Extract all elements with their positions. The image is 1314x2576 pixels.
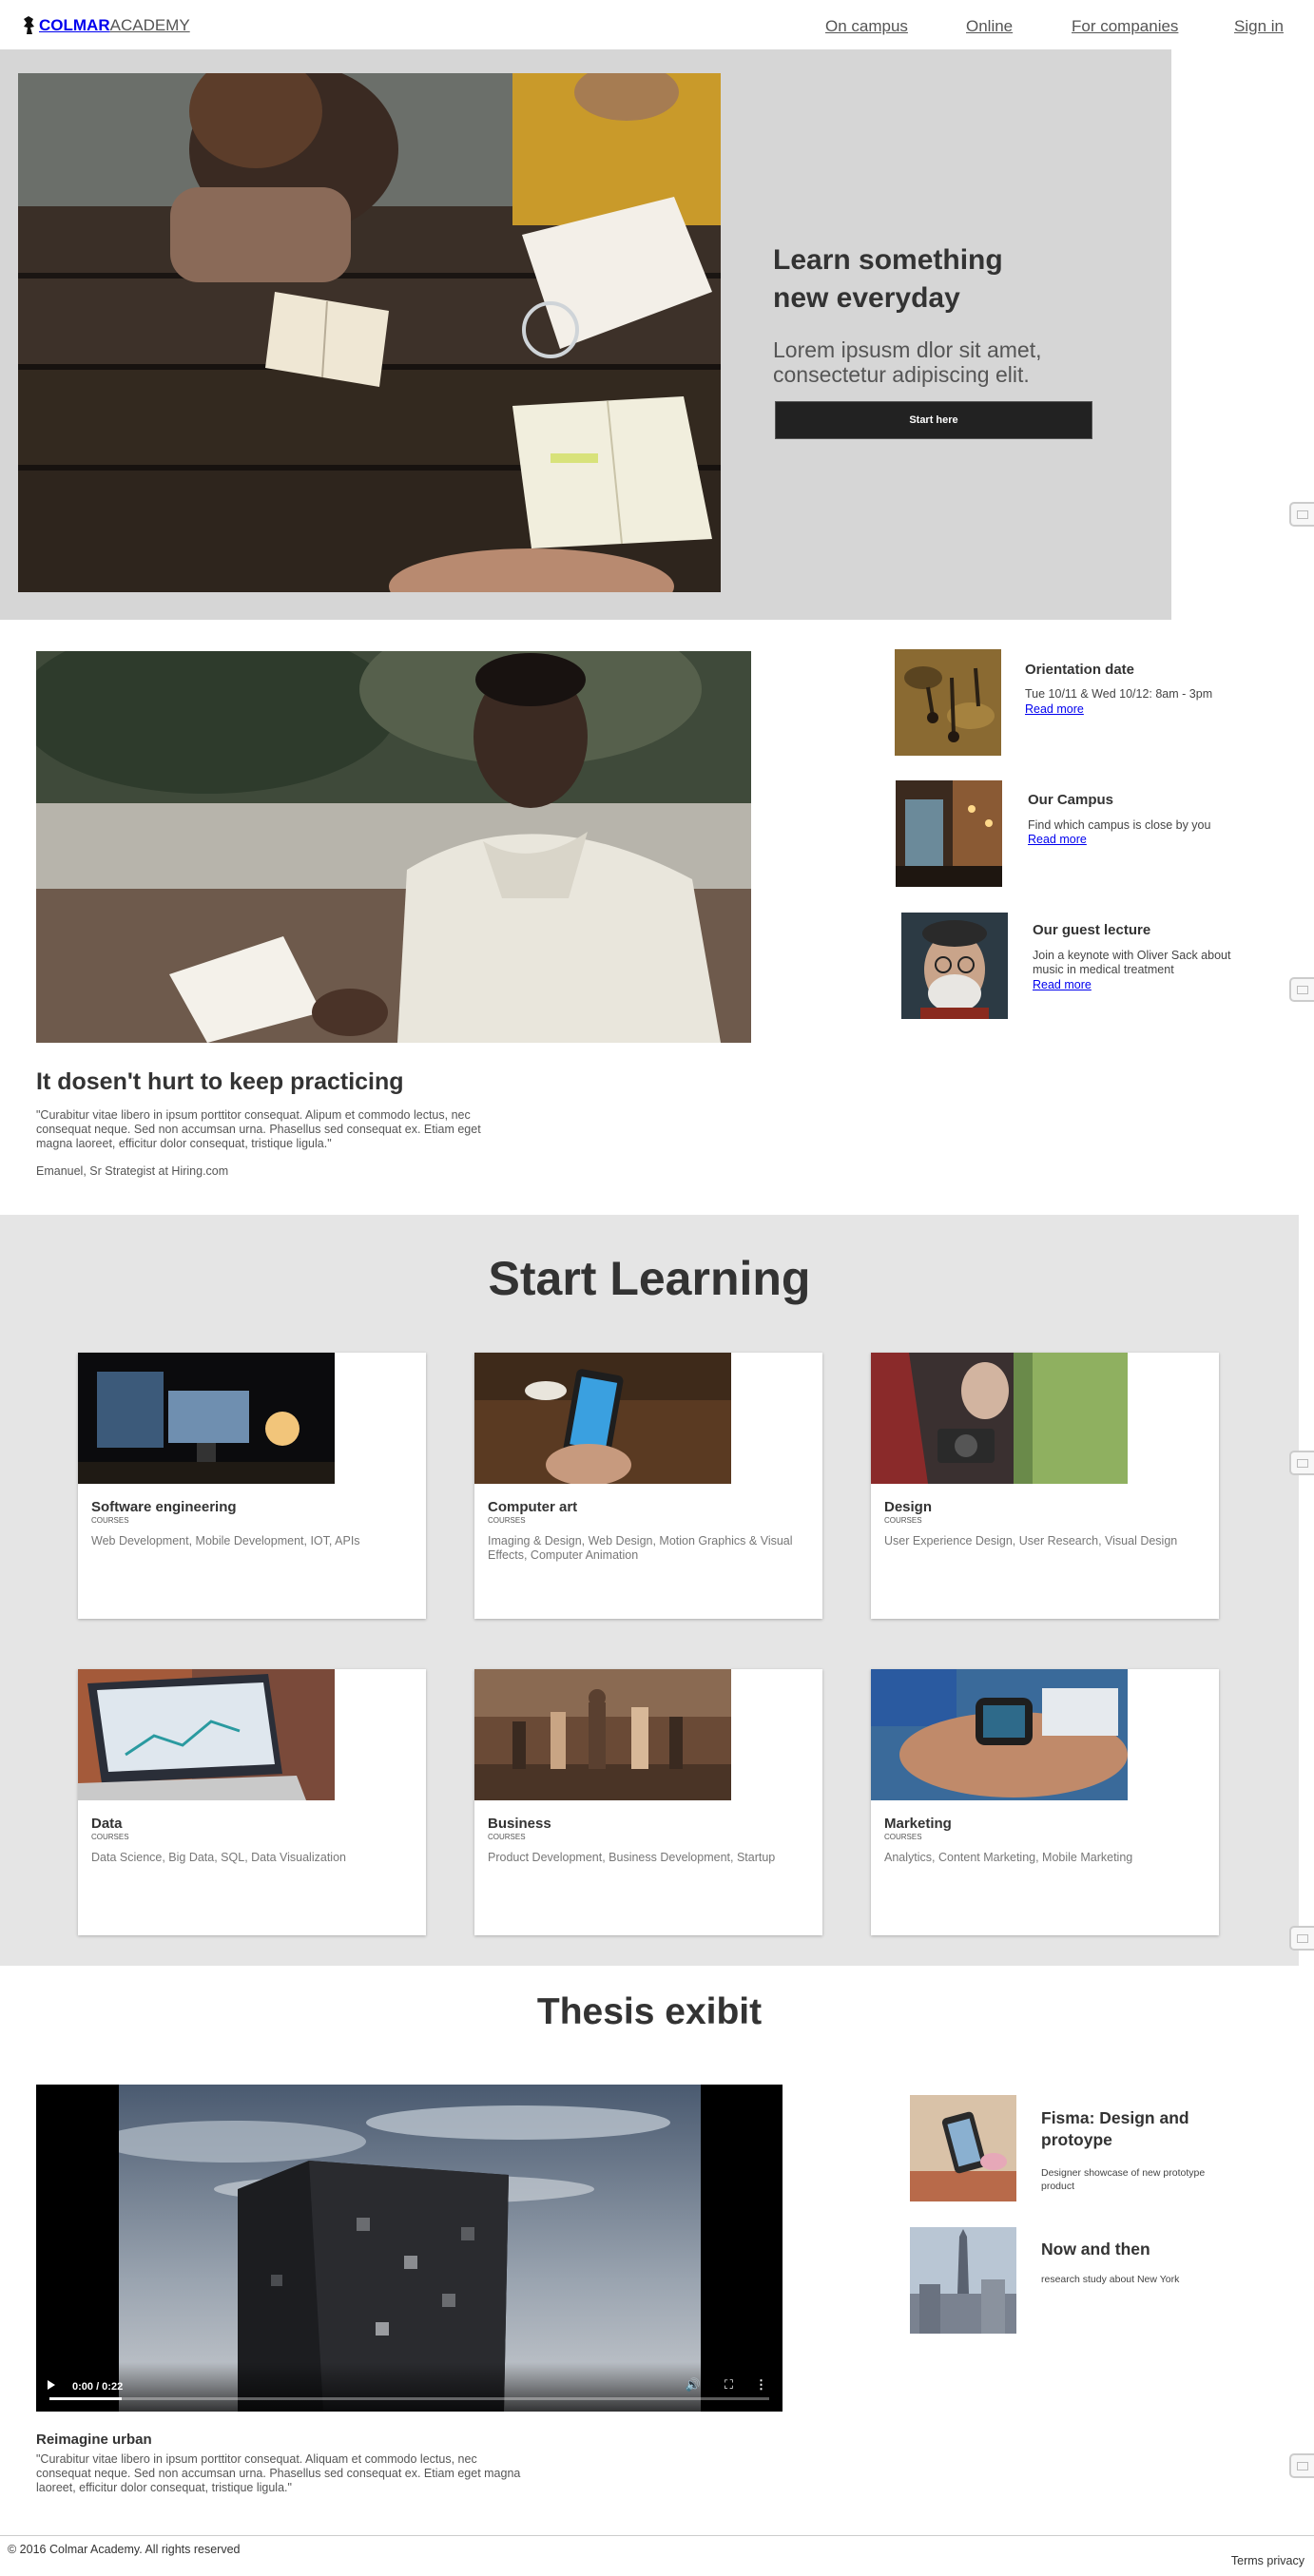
nav-link-sign-in[interactable]: Sign in <box>1234 17 1284 36</box>
course-title: Business <box>488 1816 551 1832</box>
project-thumb-fisma <box>910 2095 1016 2201</box>
course-card-data[interactable]: Data COURSES Data Science, Big Data, SQL… <box>78 1669 426 1935</box>
project-desc-now-and-then: research study about New York <box>1041 2274 1180 2285</box>
nav-link-online[interactable]: Online <box>966 17 1013 36</box>
event-thumb-orientation <box>895 649 1001 756</box>
project-title-now-and-then: Now and then <box>1041 2240 1150 2259</box>
event-desc-guest-lecture: Join a keynote with Oliver Sack about mu… <box>1033 949 1231 976</box>
hero-subtitle: Lorem ipsusm dlor sit amet, consectetur … <box>773 337 1042 387</box>
fullscreen-icon[interactable]: ⛶ <box>725 2377 733 2393</box>
practice-author: Emanuel, Sr Strategist at Hiring.com <box>36 1164 229 1178</box>
course-kind: COURSES <box>884 1516 922 1525</box>
course-image-business <box>474 1669 731 1800</box>
course-title: Marketing <box>884 1816 952 1832</box>
footer-divider <box>0 2535 1314 2536</box>
course-kind: COURSES <box>488 1516 526 1525</box>
practice-title: It dosen't hurt to keep practicing <box>36 1068 404 1095</box>
course-desc: User Experience Design, User Research, V… <box>884 1534 1178 1548</box>
video-progress-fill <box>49 2397 122 2400</box>
side-feedback-icon[interactable] <box>1289 2453 1314 2478</box>
course-desc: Data Science, Big Data, SQL, Data Visual… <box>91 1851 346 1864</box>
course-image-software-engineering <box>78 1353 335 1484</box>
hero-image-students-reading <box>18 73 721 592</box>
course-desc: Analytics, Content Marketing, Mobile Mar… <box>884 1851 1133 1864</box>
course-card-marketing[interactable]: Marketing COURSES Analytics, Content Mar… <box>871 1669 1219 1935</box>
side-feedback-icon[interactable] <box>1289 502 1314 527</box>
event-desc-campus: Find which campus is close by you <box>1028 818 1211 832</box>
footer-copyright: © 2016 Colmar Academy. All rights reserv… <box>8 2543 241 2556</box>
thesis-video-player[interactable]: 0:00 / 0:22 🔊 ⛶ ⋮ <box>36 2085 783 2412</box>
practice-image-man-reading <box>36 651 751 1043</box>
course-image-data <box>78 1669 335 1800</box>
project-thumb-now-and-then <box>910 2227 1016 2334</box>
logo-rest-text[interactable]: ACADEMY <box>110 16 190 35</box>
event-title-campus: Our Campus <box>1028 792 1114 808</box>
nav-link-on-campus[interactable]: On campus <box>825 17 908 36</box>
course-image-marketing <box>871 1669 1128 1800</box>
video-time: 0:00 / 0:22 <box>72 2381 124 2393</box>
event-read-more-guest-lecture[interactable]: Read more <box>1033 978 1092 991</box>
side-feedback-icon[interactable] <box>1289 977 1314 1002</box>
top-nav: COLMAR ACADEMY On campus Online For compa… <box>0 0 1314 49</box>
event-read-more-orientation[interactable]: Read more <box>1025 702 1084 716</box>
reimagine-quote: "Curabitur vitae libero in ipsum porttit… <box>36 2452 521 2494</box>
course-kind: COURSES <box>884 1833 922 1841</box>
thesis-title: Thesis exibit <box>536 1991 763 2032</box>
project-desc-fisma: Designer showcase of new prototype produ… <box>1041 2167 1206 2192</box>
hero-title: Learn something new everyday <box>773 244 1003 314</box>
course-desc: Product Development, Business Developmen… <box>488 1851 776 1864</box>
event-title-guest-lecture: Our guest lecture <box>1033 922 1151 938</box>
side-feedback-icon[interactable] <box>1289 1926 1314 1951</box>
practice-quote: "Curabitur vitae libero in ipsum porttit… <box>36 1108 481 1150</box>
event-thumb-campus <box>896 780 1002 887</box>
course-card-software-engineering[interactable]: Software engineering COURSES Web Develop… <box>78 1353 426 1619</box>
course-card-computer-art[interactable]: Computer art COURSES Imaging & Design, W… <box>474 1353 822 1619</box>
event-title-orientation: Orientation date <box>1025 662 1135 678</box>
video-progress-track[interactable] <box>49 2397 769 2400</box>
course-card-business[interactable]: Business COURSES Product Development, Bu… <box>474 1669 822 1935</box>
course-kind: COURSES <box>488 1833 526 1841</box>
course-title: Computer art <box>488 1499 578 1515</box>
start-here-button[interactable]: Start here <box>775 401 1092 439</box>
project-title-fisma: Fisma: Design and protoype <box>1041 2108 1189 2149</box>
side-feedback-icon[interactable] <box>1289 1451 1314 1475</box>
video-controls: 0:00 / 0:22 🔊 ⛶ ⋮ <box>36 2362 783 2412</box>
course-desc: Imaging & Design, Web Design, Motion Gra… <box>488 1534 793 1562</box>
reimagine-title: Reimagine urban <box>36 2432 152 2448</box>
course-desc: Web Development, Mobile Development, IOT… <box>91 1534 360 1548</box>
hero-section: Learn something new everyday Lorem ipsus… <box>0 49 1171 620</box>
course-card-design[interactable]: Design COURSES User Experience Design, U… <box>871 1353 1219 1619</box>
academy-crest-icon <box>24 16 34 34</box>
logo-bold-text[interactable]: COLMAR <box>39 16 110 35</box>
course-image-computer-art <box>474 1353 731 1484</box>
course-kind: COURSES <box>91 1516 129 1525</box>
nav-link-for-companies[interactable]: For companies <box>1072 17 1178 36</box>
play-icon[interactable] <box>48 2380 55 2390</box>
start-learning-section: Start Learning Software engineering COUR… <box>0 1215 1299 1966</box>
event-desc-orientation: Tue 10/11 & Wed 10/12: 8am - 3pm <box>1025 687 1213 701</box>
event-read-more-campus[interactable]: Read more <box>1028 833 1087 846</box>
course-image-design <box>871 1353 1128 1484</box>
footer-terms-link[interactable]: Terms privacy <box>1231 2554 1304 2567</box>
course-title: Data <box>91 1816 123 1832</box>
logo[interactable]: COLMAR ACADEMY <box>21 15 190 36</box>
start-learning-title: Start Learning <box>488 1252 811 1305</box>
volume-icon[interactable]: 🔊 <box>686 2377 701 2393</box>
more-options-icon[interactable]: ⋮ <box>755 2377 767 2393</box>
course-kind: COURSES <box>91 1833 129 1841</box>
course-title: Design <box>884 1499 933 1515</box>
event-thumb-guest-lecture <box>901 913 1008 1019</box>
course-title: Software engineering <box>91 1499 237 1515</box>
